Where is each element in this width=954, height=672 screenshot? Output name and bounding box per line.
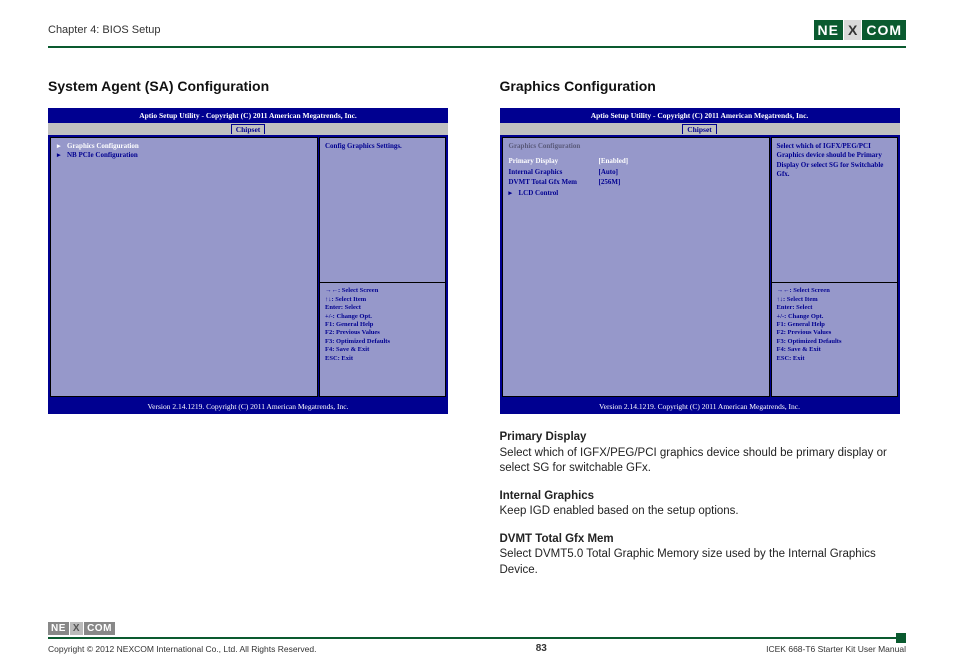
menu-label: Graphics Configuration <box>67 142 139 151</box>
legend-line: F3: Optimized Defaults <box>777 338 892 346</box>
logo-com: COM <box>84 622 115 635</box>
settings-grid: Primary Display [Enabled] Internal Graph… <box>509 157 763 187</box>
desc-text: Select DVMT5.0 Total Graphic Memory size… <box>500 547 907 578</box>
menu-arrow-icon: ▸ <box>57 151 67 160</box>
legend-line: ↑↓: Select Item <box>777 296 892 304</box>
legend-line: F2: Previous Values <box>777 329 892 337</box>
left-column: System Agent (SA) Configuration Aptio Se… <box>48 78 455 578</box>
bios-tabs-right: Chipset <box>500 123 900 135</box>
bios-body-right: Graphics Configuration Primary Display [… <box>500 135 900 399</box>
desc-heading: DVMT Total Gfx Mem <box>500 532 907 548</box>
bios-key-legend: →←: Select Screen ↑↓: Select Item Enter:… <box>319 282 446 397</box>
bios-panel-left: Aptio Setup Utility - Copyright (C) 2011… <box>48 108 448 414</box>
legend-line: F4: Save & Exit <box>777 346 892 354</box>
setting-label[interactable]: Primary Display <box>509 157 599 166</box>
header-rule <box>48 46 906 48</box>
menu-arrow-icon: ▸ <box>509 189 519 198</box>
legend-line: F4: Save & Exit <box>325 346 440 354</box>
bios-help-pane-left: Config Graphics Settings. →←: Select Scr… <box>319 137 446 397</box>
bios-body-left: ▸ Graphics Configuration ▸ NB PCIe Confi… <box>48 135 448 399</box>
setting-label[interactable]: DVMT Total Gfx Mem <box>509 178 599 187</box>
footer-rule <box>48 637 906 639</box>
menu-section-head: Graphics Configuration <box>509 142 763 151</box>
content-columns: System Agent (SA) Configuration Aptio Se… <box>48 78 906 578</box>
bios-key-legend: →←: Select Screen ↑↓: Select Item Enter:… <box>771 282 898 397</box>
logo-x: X <box>844 20 861 40</box>
legend-line: +/-: Change Opt. <box>777 313 892 321</box>
copyright-left: Copyright © 2012 NEXCOM International Co… <box>48 644 316 654</box>
menu-label: LCD Control <box>519 189 559 198</box>
bios-header-left: Aptio Setup Utility - Copyright (C) 2011… <box>48 108 448 123</box>
legend-line: Enter: Select <box>325 304 440 312</box>
setting-value[interactable]: [256M] <box>599 178 763 187</box>
bios-help-text: Config Graphics Settings. <box>319 137 446 282</box>
setting-label[interactable]: Internal Graphics <box>509 168 599 177</box>
legend-line: F2: Previous Values <box>325 329 440 337</box>
bios-tab-chipset[interactable]: Chipset <box>682 124 717 134</box>
page-header: Chapter 4: BIOS Setup NEXCOM <box>48 20 906 46</box>
bios-panel-right: Aptio Setup Utility - Copyright (C) 2011… <box>500 108 900 414</box>
legend-line: ESC: Exit <box>325 355 440 363</box>
legend-line: F1: General Help <box>777 321 892 329</box>
nexcom-logo-bottom: NEXCOM <box>48 622 906 635</box>
page-number: 83 <box>536 643 547 654</box>
legend-line: +/-: Change Opt. <box>325 313 440 321</box>
legend-line: ↑↓: Select Item <box>325 296 440 304</box>
setting-value[interactable]: [Enabled] <box>599 157 763 166</box>
description-block: Primary Display Select which of IGFX/PEG… <box>500 430 907 578</box>
desc-text: Keep IGD enabled based on the setup opti… <box>500 504 907 520</box>
desc-text: Select which of IGFX/PEG/PCI graphics de… <box>500 446 907 477</box>
bios-tab-chipset[interactable]: Chipset <box>231 124 266 134</box>
legend-line: ESC: Exit <box>777 355 892 363</box>
left-section-title: System Agent (SA) Configuration <box>48 78 455 94</box>
setting-value[interactable]: [Auto] <box>599 168 763 177</box>
right-column: Graphics Configuration Aptio Setup Utili… <box>500 78 907 578</box>
menu-item[interactable]: ▸ Graphics Configuration <box>57 142 311 151</box>
page-footer: NEXCOM Copyright © 2012 NEXCOM Internati… <box>48 622 906 654</box>
copyright-right: ICEK 668-T6 Starter Kit User Manual <box>766 644 906 654</box>
legend-line: F1: General Help <box>325 321 440 329</box>
menu-item[interactable]: ▸ LCD Control <box>509 189 763 198</box>
logo-ne: NE <box>48 622 69 635</box>
bios-menu-right: Graphics Configuration Primary Display [… <box>502 137 770 397</box>
bios-tabs-left: Chipset <box>48 123 448 135</box>
menu-item[interactable]: ▸ NB PCIe Configuration <box>57 151 311 160</box>
menu-arrow-icon: ▸ <box>57 142 67 151</box>
bios-help-text: Select which of IGFX/PEG/PCI Graphics de… <box>771 137 898 282</box>
desc-heading: Internal Graphics <box>500 489 907 505</box>
legend-line: →←: Select Screen <box>777 287 892 295</box>
bios-menu-left: ▸ Graphics Configuration ▸ NB PCIe Confi… <box>50 137 318 397</box>
footer-row: Copyright © 2012 NEXCOM International Co… <box>48 643 906 654</box>
desc-heading: Primary Display <box>500 430 907 446</box>
logo-ne: NE <box>814 20 843 40</box>
legend-line: F3: Optimized Defaults <box>325 338 440 346</box>
bios-help-pane-right: Select which of IGFX/PEG/PCI Graphics de… <box>771 137 898 397</box>
menu-label: NB PCIe Configuration <box>67 151 138 160</box>
bios-footer-left: Version 2.14.1219. Copyright (C) 2011 Am… <box>48 399 448 414</box>
legend-line: →←: Select Screen <box>325 287 440 295</box>
nexcom-logo-top: NEXCOM <box>814 20 906 40</box>
logo-com: COM <box>862 20 906 40</box>
legend-line: Enter: Select <box>777 304 892 312</box>
right-section-title: Graphics Configuration <box>500 78 907 94</box>
bios-header-right: Aptio Setup Utility - Copyright (C) 2011… <box>500 108 900 123</box>
bios-footer-right: Version 2.14.1219. Copyright (C) 2011 Am… <box>500 399 900 414</box>
chapter-label: Chapter 4: BIOS Setup <box>48 24 161 36</box>
logo-x: X <box>70 622 83 635</box>
